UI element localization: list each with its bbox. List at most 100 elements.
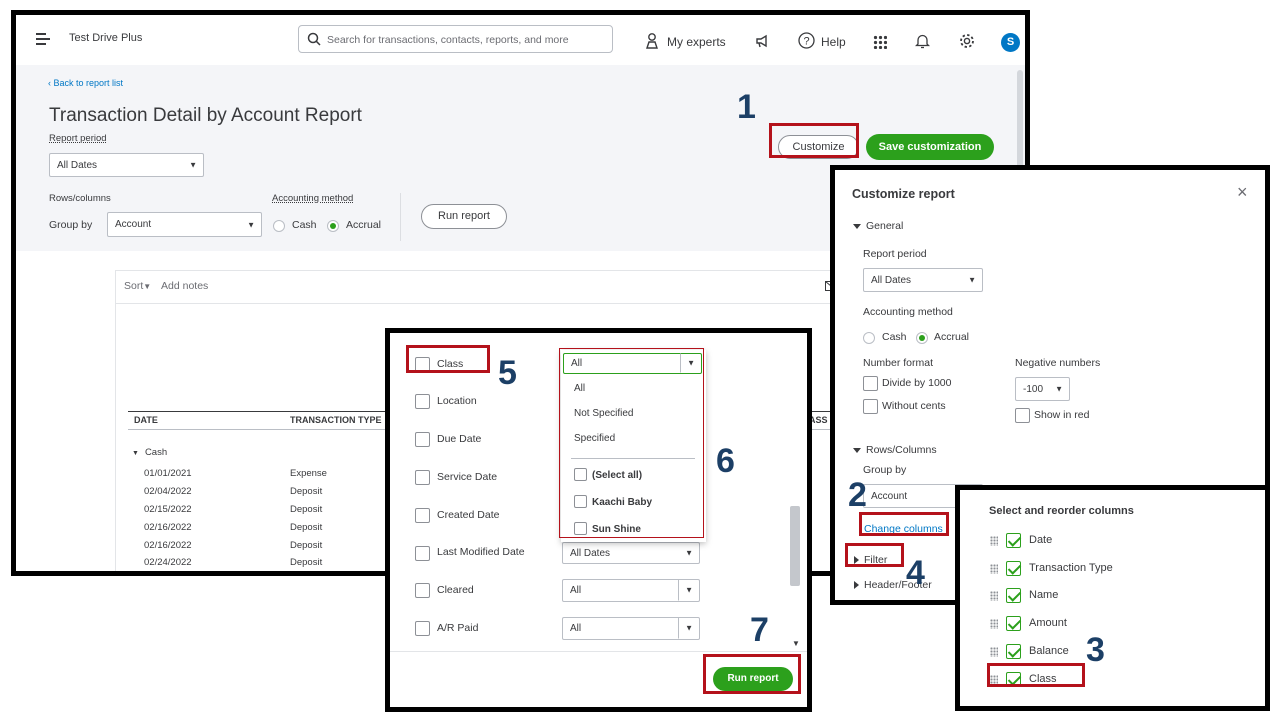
change-columns-link[interactable]: Change columns: [864, 523, 943, 535]
general-section-toggle[interactable]: General: [853, 220, 903, 232]
caret-right-icon: [854, 556, 859, 565]
search-icon: [307, 32, 321, 46]
filter-checkbox-class[interactable]: [415, 357, 430, 372]
filter-section-toggle[interactable]: Filter: [854, 554, 887, 566]
filter-panel-scrollbar[interactable]: [790, 506, 800, 586]
columns-panel-title: Select and reorder columns: [989, 505, 1134, 517]
columns-panel: Select and reorder columns Date Transact…: [955, 485, 1270, 711]
caret-down-icon: ▼: [247, 220, 255, 229]
column-checkbox-balance[interactable]: [1006, 644, 1021, 659]
rows-columns-section-toggle[interactable]: Rows/Columns: [853, 444, 937, 456]
accounting-method-label: Accounting method: [272, 193, 354, 204]
show-in-red-checkbox[interactable]: [1015, 408, 1030, 423]
step-7-marker: 7: [750, 611, 769, 649]
drag-handle-icon[interactable]: [990, 591, 998, 601]
negative-numbers-select[interactable]: -100 ▼: [1015, 377, 1070, 401]
filter-label: Last Modified Date: [437, 546, 525, 558]
drag-handle-icon[interactable]: [990, 647, 998, 657]
column-checkbox-name[interactable]: [1006, 588, 1021, 603]
divide-by-1000-checkbox[interactable]: [863, 376, 878, 391]
gear-icon[interactable]: [959, 33, 975, 49]
dropdown-checkbox-select-all[interactable]: [574, 468, 587, 481]
cash-radio[interactable]: [273, 220, 285, 232]
customize-panel-title: Customize report: [852, 187, 955, 201]
drag-handle-icon[interactable]: [990, 619, 998, 629]
caret-down-icon: ▼: [1055, 384, 1063, 394]
bell-icon[interactable]: [915, 33, 930, 49]
caret-down-icon: [853, 447, 861, 453]
filter-checkbox-due-date[interactable]: [415, 432, 430, 447]
column-checkbox-amount[interactable]: [1006, 616, 1021, 631]
help-link[interactable]: Help: [821, 35, 846, 49]
group-by-select[interactable]: Account ▼: [107, 212, 262, 237]
search-box[interactable]: Search for transactions, contacts, repor…: [298, 25, 613, 53]
class-select[interactable]: All ▼: [563, 353, 702, 374]
step-5-marker: 5: [498, 354, 517, 392]
run-report-button[interactable]: Run report: [713, 667, 793, 691]
expert-icon[interactable]: [646, 33, 658, 49]
rows-columns-label: Rows/columns: [49, 193, 111, 204]
accrual-radio[interactable]: [327, 220, 339, 232]
filter-label: A/R Paid: [437, 622, 479, 634]
svg-text:?: ?: [803, 36, 809, 48]
column-label: Balance: [1029, 645, 1069, 657]
without-cents-checkbox[interactable]: [863, 399, 878, 414]
report-period-select[interactable]: All Dates ▼: [863, 268, 983, 292]
column-checkbox-date[interactable]: [1006, 533, 1021, 548]
group-row-cash[interactable]: ▼ Cash: [132, 447, 167, 458]
menu-icon[interactable]: [36, 33, 50, 45]
help-icon[interactable]: ?: [798, 32, 815, 49]
back-link[interactable]: ‹ Back to report list: [48, 78, 123, 88]
my-experts-link[interactable]: My experts: [667, 35, 726, 49]
dropdown-option[interactable]: Not Specified: [574, 408, 633, 419]
cleared-select[interactable]: All ▼: [562, 579, 700, 602]
column-header-transaction-type[interactable]: TRANSACTION TYPE: [290, 415, 382, 425]
cash-radio[interactable]: [863, 332, 875, 344]
column-checkbox-transaction-type[interactable]: [1006, 561, 1021, 576]
caret-down-icon: ▼: [132, 450, 139, 457]
accrual-radio[interactable]: [916, 332, 928, 344]
megaphone-icon[interactable]: [755, 34, 769, 48]
column-label: Class: [1029, 673, 1057, 685]
group-by-value: Account: [115, 219, 152, 230]
close-icon[interactable]: ×: [1237, 182, 1248, 203]
last-modified-date-select[interactable]: All Dates ▼: [562, 542, 700, 564]
column-header-date[interactable]: DATE: [134, 415, 158, 425]
add-notes-link[interactable]: Add notes: [161, 280, 208, 292]
drag-handle-icon[interactable]: [990, 675, 998, 685]
apps-grid-icon[interactable]: [873, 35, 887, 49]
filter-checkbox-ar-paid[interactable]: [415, 621, 430, 636]
customize-button[interactable]: Customize: [778, 135, 859, 159]
column-checkbox-class[interactable]: [1006, 672, 1021, 687]
dropdown-option[interactable]: Specified: [574, 433, 615, 444]
report-period-value: All Dates: [57, 159, 98, 171]
drag-handle-icon[interactable]: [990, 564, 998, 574]
row-date: 02/16/2022: [144, 522, 192, 533]
filter-footer-rule: [390, 651, 807, 652]
filter-label: Created Date: [437, 509, 500, 521]
group-by-label: Group by: [49, 219, 93, 231]
filter-checkbox-cleared[interactable]: [415, 583, 430, 598]
ar-paid-select[interactable]: All ▼: [562, 617, 700, 640]
row-date: 01/01/2021: [144, 468, 192, 479]
caret-right-icon: [854, 581, 859, 590]
filter-checkbox-location[interactable]: [415, 394, 430, 409]
caret-down-icon: ▼: [189, 160, 197, 170]
avatar[interactable]: S: [1001, 33, 1020, 52]
scroll-down-icon[interactable]: ▼: [792, 639, 800, 648]
accrual-label: Accrual: [346, 219, 382, 231]
negative-numbers-label: Negative numbers: [1015, 357, 1101, 369]
dropdown-checkbox-kaachi-baby[interactable]: [574, 495, 587, 508]
filter-checkbox-service-date[interactable]: [415, 470, 430, 485]
run-report-button[interactable]: Run report: [421, 204, 507, 229]
dropdown-checkbox-sun-shine[interactable]: [574, 522, 587, 535]
save-customization-button[interactable]: Save customization: [866, 134, 994, 160]
divide-by-1000-label: Divide by 1000: [882, 377, 952, 389]
company-name[interactable]: Test Drive Plus: [69, 32, 142, 44]
dropdown-option[interactable]: All: [574, 383, 585, 394]
filter-checkbox-created-date[interactable]: [415, 508, 430, 523]
drag-handle-icon[interactable]: [990, 536, 998, 546]
report-period-select[interactable]: All Dates ▼: [49, 153, 204, 177]
filter-checkbox-last-modified-date[interactable]: [415, 546, 430, 561]
sort-link[interactable]: Sort▼: [124, 280, 151, 292]
